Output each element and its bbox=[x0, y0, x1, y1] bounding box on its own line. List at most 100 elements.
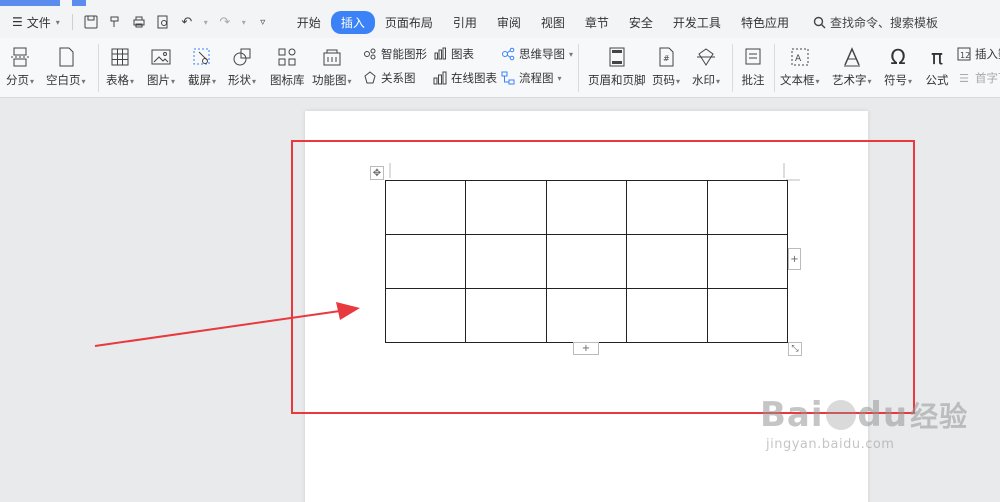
mindmap-label: 思维导图 bbox=[519, 47, 565, 61]
art-text-label: 艺术字 bbox=[832, 73, 867, 87]
blank-page-icon bbox=[53, 44, 79, 70]
mindmap-icon bbox=[500, 46, 516, 62]
watermark-label: 水印 bbox=[692, 73, 715, 87]
baidu-watermark: Bai du 经验 jingyan.baidu.com bbox=[760, 395, 968, 452]
divider bbox=[732, 44, 733, 92]
textbox-icon: A bbox=[787, 44, 813, 70]
art-text-icon bbox=[839, 44, 865, 70]
shape-label: 形状 bbox=[228, 73, 251, 87]
comment-button[interactable]: 批注 bbox=[740, 44, 766, 88]
formula-button[interactable]: π 公式 bbox=[924, 44, 950, 88]
tab-chapter[interactable]: 章节 bbox=[575, 11, 619, 34]
format-painter-icon[interactable] bbox=[105, 12, 125, 32]
hamburger-icon: ☰ bbox=[12, 15, 23, 29]
svg-text:12: 12 bbox=[960, 51, 970, 60]
insert-number-button[interactable]: 12 插入数 bbox=[956, 46, 1000, 62]
function-chart-label: 功能图 bbox=[312, 73, 347, 87]
header-footer-button[interactable]: 页眉和页脚 bbox=[588, 44, 646, 88]
tab-page-layout[interactable]: 页面布局 bbox=[375, 11, 443, 34]
command-search[interactable]: 查找命令、搜索模板 bbox=[813, 14, 938, 31]
chevron-down-icon: ▾ bbox=[171, 77, 176, 86]
online-chart-label: 在线图表 bbox=[451, 71, 497, 85]
textbox-label: 文本框 bbox=[780, 73, 815, 87]
paw-logo-icon bbox=[825, 400, 856, 430]
highlight-box bbox=[291, 140, 915, 414]
screenshot-button[interactable]: 截屏▾ bbox=[188, 44, 216, 88]
shape-button[interactable]: 形状▾ bbox=[228, 44, 256, 88]
icon-library-button[interactable]: 图标库 bbox=[270, 44, 305, 88]
symbol-label: 符号 bbox=[884, 73, 907, 87]
tab-review[interactable]: 审阅 bbox=[487, 11, 531, 34]
divider bbox=[578, 44, 579, 92]
table-icon bbox=[107, 44, 133, 70]
flowchart-button[interactable]: 流程图 ▾ bbox=[500, 70, 562, 86]
ribbon-tabs: 开始 插入 页面布局 引用 审阅 视图 章节 安全 开发工具 特色应用 bbox=[287, 10, 799, 34]
chart-label: 图表 bbox=[451, 47, 474, 61]
tab-developer[interactable]: 开发工具 bbox=[663, 11, 731, 34]
smart-graphic-label: 智能图形 bbox=[381, 47, 427, 61]
file-menu-label: 文件 bbox=[26, 15, 51, 30]
chevron-down-icon: ▾ bbox=[676, 77, 681, 86]
watermark-brand: Bai bbox=[760, 395, 824, 435]
tab-security[interactable]: 安全 bbox=[619, 11, 663, 34]
chevron-down-icon: ▾ bbox=[569, 49, 574, 59]
insert-ribbon: 分页▾ 空白页▾ 表格▾ 图片▾ 截屏▾ 形状▾ 图标库 功能图▾ 智能图形 图… bbox=[0, 38, 1000, 98]
print-icon[interactable] bbox=[129, 12, 149, 32]
watermark-button[interactable]: 水印▾ bbox=[692, 44, 720, 88]
relation-icon bbox=[362, 70, 378, 86]
tab-references[interactable]: 引用 bbox=[443, 11, 487, 34]
insert-number-label: 插入数 bbox=[975, 47, 1000, 61]
file-menu[interactable]: ☰ 文件 ▾ bbox=[8, 14, 64, 31]
blank-page-button[interactable]: 空白页▾ bbox=[46, 44, 86, 88]
picture-button[interactable]: 图片▾ bbox=[147, 44, 175, 88]
save-icon[interactable] bbox=[81, 12, 101, 32]
page-number-icon: # bbox=[653, 44, 679, 70]
mindmap-button[interactable]: 思维导图 ▾ bbox=[500, 46, 573, 62]
chevron-down-icon[interactable]: ▾ bbox=[239, 12, 249, 32]
picture-label: 图片 bbox=[147, 73, 170, 87]
chevron-down-icon: ▾ bbox=[908, 77, 913, 86]
flowchart-icon bbox=[500, 70, 516, 86]
textbox-button[interactable]: A 文本框▾ bbox=[780, 44, 820, 88]
chevron-down-icon: ▾ bbox=[815, 77, 820, 86]
drop-cap-label: 首字下 bbox=[975, 71, 1000, 85]
divider bbox=[98, 44, 99, 92]
icon-library-icon bbox=[274, 44, 300, 70]
flowchart-label: 流程图 bbox=[519, 71, 554, 85]
tab-home[interactable]: 开始 bbox=[287, 11, 331, 34]
icon-library-label: 图标库 bbox=[270, 73, 305, 87]
symbol-button[interactable]: Ω 符号▾ bbox=[884, 44, 912, 88]
formula-label: 公式 bbox=[925, 73, 949, 87]
relation-chart-button[interactable]: 关系图 bbox=[362, 70, 416, 86]
chevron-down-icon: ▾ bbox=[252, 77, 257, 86]
smart-graphic-button[interactable]: 智能图形 bbox=[362, 46, 427, 62]
page-break-button[interactable]: 分页▾ bbox=[6, 44, 34, 88]
header-footer-label: 页眉和页脚 bbox=[588, 73, 646, 87]
online-chart-button[interactable]: 在线图表 bbox=[432, 70, 497, 86]
redo-icon[interactable]: ↷ bbox=[215, 12, 235, 32]
insert-number-icon: 12 bbox=[956, 46, 972, 62]
chevron-down-icon[interactable]: ▾ bbox=[201, 12, 211, 32]
customize-quick-access-icon[interactable]: ▿ bbox=[253, 12, 273, 32]
undo-icon[interactable]: ↶ bbox=[177, 12, 197, 32]
picture-icon bbox=[148, 44, 174, 70]
print-preview-icon[interactable] bbox=[153, 12, 173, 32]
art-text-button[interactable]: 艺术字▾ bbox=[832, 44, 872, 88]
chevron-down-icon: ▾ bbox=[81, 77, 86, 86]
tab-insert[interactable]: 插入 bbox=[330, 10, 375, 34]
drop-cap-button[interactable]: ☰ 首字下 bbox=[956, 70, 1000, 86]
tab-features[interactable]: 特色应用 bbox=[731, 11, 799, 34]
page-break-label: 分页 bbox=[6, 73, 29, 87]
function-chart-button[interactable]: 功能图▾ bbox=[312, 44, 352, 88]
table-button[interactable]: 表格▾ bbox=[106, 44, 134, 88]
scissors-icon bbox=[189, 44, 215, 70]
tab-view[interactable]: 视图 bbox=[531, 11, 575, 34]
chevron-down-icon: ▾ bbox=[130, 77, 135, 86]
page-number-button[interactable]: # 页码▾ bbox=[652, 44, 680, 88]
pi-icon: π bbox=[930, 45, 944, 69]
chart-button[interactable]: 图表 bbox=[432, 46, 474, 62]
chevron-down-icon: ▾ bbox=[867, 77, 872, 86]
relation-label: 关系图 bbox=[381, 71, 416, 85]
page-number-label: 页码 bbox=[652, 73, 675, 87]
chevron-down-icon: ▾ bbox=[716, 77, 721, 86]
